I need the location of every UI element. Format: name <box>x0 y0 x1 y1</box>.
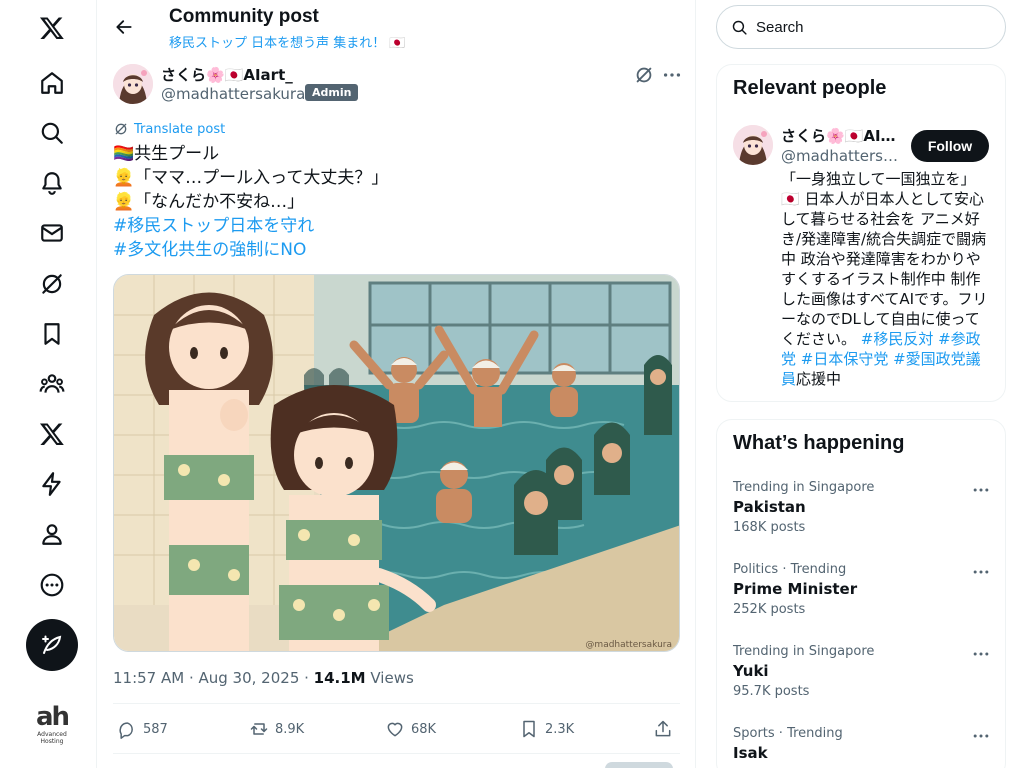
community-name-link[interactable]: 移民ストップ 日本を想う声 集まれ！ 🇯🇵 <box>169 32 406 51</box>
post-image[interactable]: @madhattersakura <box>113 274 680 652</box>
relevant-person-avatar[interactable] <box>733 125 773 165</box>
search-icon[interactable] <box>27 108 77 158</box>
hashtag-link[interactable]: #移民ストップ日本を守れ <box>113 214 388 238</box>
trend-meta: Sports · Trending <box>733 726 843 741</box>
bookmark-button[interactable]: 2.3K <box>519 719 574 739</box>
trend-item[interactable]: Sports · Trending Isak <box>733 726 991 762</box>
bookmark-icon <box>523 720 535 738</box>
follow-button[interactable]: Follow <box>911 130 989 162</box>
feather-plus-icon <box>42 635 62 654</box>
grok-explain-button[interactable] <box>633 64 655 86</box>
views-count: 14.1M <box>313 669 366 687</box>
back-button[interactable] <box>107 10 141 44</box>
search-box[interactable] <box>716 5 1006 49</box>
ah-logo-text: ah <box>35 702 70 732</box>
grok-icon[interactable] <box>27 259 77 309</box>
divider <box>113 703 680 704</box>
profile-icon[interactable] <box>27 509 77 559</box>
bio-tail: 応援中 <box>796 370 842 388</box>
pool-illustration-image: @madhattersakura <box>114 275 679 651</box>
left-nav: ah Advanced Hosting <box>0 0 97 768</box>
trend-count: 168K posts <box>733 520 806 535</box>
repost-count: 8.9K <box>275 721 305 737</box>
reply-button[interactable]: 587 <box>117 719 168 739</box>
messages-icon[interactable] <box>27 208 77 258</box>
post-line: 👱「ママ…プール入って大丈夫？」 <box>113 168 389 188</box>
anime-girl-avatar-icon <box>733 125 773 165</box>
reply-icon <box>119 722 133 739</box>
trend-meta: Trending in Singapore <box>733 644 875 659</box>
page-title: Community post <box>169 6 319 27</box>
trend-item[interactable]: Trending in Singapore Yuki 95.7K posts <box>733 644 991 699</box>
more-horizontal-icon[interactable] <box>971 644 991 664</box>
post-timestamp[interactable]: 11:57 AM · Aug 30, 2025 · 14.1M Views <box>113 669 414 687</box>
anime-girl-avatar-icon <box>113 64 153 104</box>
communities-icon[interactable] <box>27 359 77 409</box>
relevant-people-card: Relevant people さくら🌸🇯🇵AIart_ @madhatters… <box>716 64 1006 402</box>
author-name[interactable]: さくら🌸🇯🇵AIart_ <box>161 64 293 85</box>
relevant-person-handle[interactable]: @madhattersakura <box>781 147 901 165</box>
bio-text: 「一身独立して一国独立を」🇯🇵 日本人が日本人として安心して暮らせる社会を アニ… <box>781 170 988 348</box>
reply-button-peek[interactable] <box>605 762 673 768</box>
trend-topic: Isak <box>733 744 768 762</box>
hashtag-link[interactable]: #多文化共生の強制にNO <box>113 238 388 262</box>
home-icon[interactable] <box>27 58 77 108</box>
timestamp-text: 11:57 AM · Aug 30, 2025 · <box>113 669 314 687</box>
main-column: Community post 移民ストップ 日本を想う声 集まれ！ 🇯🇵 さくら… <box>97 0 696 768</box>
ah-logo-subtext: Advanced Hosting <box>37 731 67 745</box>
bookmarks-icon[interactable] <box>27 309 77 359</box>
post-line: 👱「なんだか不安ね…」 <box>113 192 305 212</box>
premium-x-icon[interactable] <box>27 409 77 459</box>
translate-post-link[interactable]: Translate post <box>113 121 225 137</box>
more-horizontal-icon[interactable] <box>971 562 991 582</box>
arrow-left-icon <box>116 20 132 34</box>
whats-happening-card: What’s happening Trending in Singapore P… <box>716 419 1006 768</box>
admin-badge: Admin <box>305 84 359 101</box>
lightning-icon[interactable] <box>27 459 77 509</box>
grok-icon <box>115 123 127 135</box>
advanced-hosting-logo[interactable]: ah Advanced Hosting <box>30 703 74 745</box>
heart-icon <box>387 722 403 737</box>
author-avatar[interactable] <box>113 64 153 104</box>
search-input[interactable] <box>756 18 976 36</box>
repost-button[interactable]: 8.9K <box>249 719 304 739</box>
search-icon <box>732 20 747 35</box>
translate-label: Translate post <box>134 121 226 137</box>
x-logo-icon[interactable] <box>27 3 77 53</box>
more-horizontal-icon <box>663 73 681 77</box>
share-icon <box>655 720 671 737</box>
post-body: 🏳️‍🌈共生プール 👱「ママ…プール入って大丈夫？」 👱「なんだか不安ね…」 #… <box>113 142 388 262</box>
share-button[interactable] <box>653 719 673 739</box>
bookmark-count: 2.3K <box>545 721 575 737</box>
like-count: 68K <box>411 721 437 737</box>
like-button[interactable]: 68K <box>385 719 436 739</box>
trend-topic: Yuki <box>733 662 769 680</box>
trend-meta: Politics · Trending <box>733 562 847 577</box>
compose-post-button[interactable] <box>26 619 78 671</box>
reply-count: 587 <box>143 721 168 737</box>
divider <box>113 753 680 754</box>
trend-item[interactable]: Trending in Singapore Pakistan 168K post… <box>733 480 991 535</box>
trend-topic: Prime Minister <box>733 580 858 598</box>
trend-item[interactable]: Politics · Trending Prime Minister 252K … <box>733 562 991 617</box>
trend-count: 252K posts <box>733 602 806 617</box>
repost-icon <box>250 723 268 735</box>
more-horizontal-icon[interactable] <box>971 480 991 500</box>
whats-happening-title: What’s happening <box>733 432 905 454</box>
notifications-icon[interactable] <box>27 158 77 208</box>
image-watermark: @madhattersakura <box>585 640 672 650</box>
relevant-people-title: Relevant people <box>733 77 887 99</box>
trend-meta: Trending in Singapore <box>733 480 875 495</box>
more-horizontal-icon[interactable] <box>971 726 991 746</box>
relevant-person-bio: 「一身独立して一国独立を」🇯🇵 日本人が日本人として安心して暮らせる社会を アニ… <box>781 169 993 389</box>
views-label: Views <box>365 669 414 687</box>
grok-icon <box>636 67 652 83</box>
post-line: 🏳️‍🌈共生プール <box>113 144 220 164</box>
post-more-button[interactable] <box>661 64 683 86</box>
more-circle-icon[interactable] <box>27 560 77 610</box>
trend-topic: Pakistan <box>733 498 806 516</box>
author-handle[interactable]: @madhattersakura · <box>161 85 315 103</box>
trend-count: 95.7K posts <box>733 684 810 699</box>
relevant-person-name[interactable]: さくら🌸🇯🇵AIart_ <box>781 125 901 146</box>
